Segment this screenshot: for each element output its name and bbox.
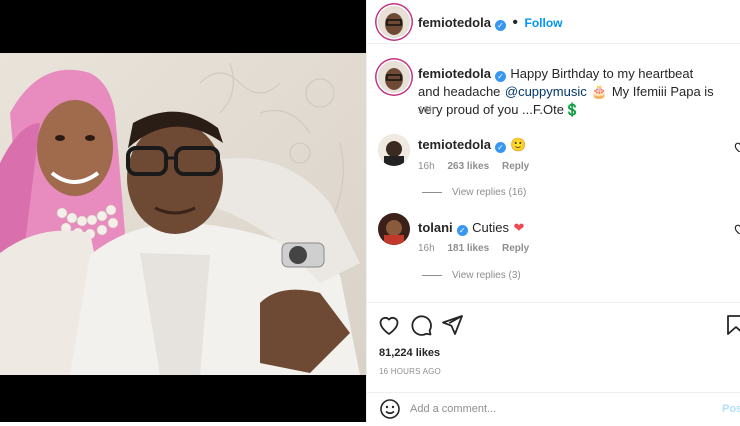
cake-emoji-icon: 🎂	[591, 84, 608, 99]
comment-age: 16h	[418, 161, 435, 172]
comment-input[interactable]: Add a comment...	[410, 403, 496, 415]
comment-text: 🙂	[510, 137, 527, 152]
comment-likes[interactable]: 181 likes	[447, 243, 489, 254]
dollar-emoji-icon: 💲	[563, 102, 581, 117]
reply-button[interactable]: Reply	[502, 161, 529, 172]
post-timestamp[interactable]: 16 HOURS AGO	[379, 367, 441, 376]
caption-username[interactable]: femiotedola	[418, 66, 491, 81]
caption-avatar[interactable]	[378, 61, 410, 93]
view-replies-label: View replies (16)	[452, 187, 527, 198]
comment-meta: 16h 263 likes Reply	[418, 161, 529, 172]
post-side-panel: femiotedola ✓ • Follow femiotedola ✓ Happy…	[367, 0, 740, 422]
view-replies-label: View replies (3)	[452, 270, 521, 281]
comment: temiotedola ✓ 🙂	[418, 136, 527, 154]
add-comment-bar: Add a comment... Post	[367, 392, 740, 424]
post-header: femiotedola ✓ • Follow	[367, 0, 740, 44]
caption-age: 16h	[418, 105, 435, 116]
paper-plane-icon[interactable]	[440, 313, 464, 337]
smiley-icon[interactable]	[378, 397, 402, 421]
comment-text: Cuties	[472, 220, 509, 235]
comment-age: 16h	[418, 243, 435, 254]
commenter-avatar[interactable]	[378, 134, 410, 166]
comment-like-heart-icon[interactable]	[732, 222, 740, 234]
comment-likes[interactable]: 263 likes	[447, 161, 489, 172]
heart-icon[interactable]	[377, 313, 401, 337]
comment-username[interactable]: tolani	[418, 220, 453, 235]
comment-like-heart-icon[interactable]	[732, 140, 740, 152]
post-comment-button[interactable]: Post	[722, 403, 740, 415]
bookmark-icon[interactable]	[724, 313, 740, 337]
caption: femiotedola ✓ Happy Birthday to my heartb…	[418, 65, 718, 119]
likes-count[interactable]: 81,224 likes	[379, 347, 440, 359]
view-replies-button[interactable]: View replies (16)	[422, 187, 526, 198]
header-separator: •	[512, 14, 519, 31]
follow-button[interactable]: Follow	[524, 16, 562, 30]
comment-username[interactable]: temiotedola	[418, 137, 491, 152]
verified-badge-icon: ✓	[494, 71, 506, 82]
verified-badge-icon: ✓	[456, 225, 468, 236]
verified-badge-icon: ✓	[494, 142, 506, 153]
replies-line	[422, 274, 442, 276]
view-replies-button[interactable]: View replies (3)	[422, 270, 521, 281]
comment: tolani ✓ Cuties ❤	[418, 219, 524, 237]
photo-pane	[0, 0, 366, 422]
author-username[interactable]: femiotedola	[418, 15, 491, 30]
comment-bubble-icon[interactable]	[409, 313, 433, 337]
caption-mention-link[interactable]: @cuppymusic	[505, 84, 587, 99]
author-avatar[interactable]	[378, 6, 410, 38]
reply-button[interactable]: Reply	[502, 243, 529, 254]
comment-meta: 16h 181 likes Reply	[418, 243, 529, 254]
action-bar: 81,224 likes 16 HOURS AGO Add a comment.…	[367, 302, 740, 423]
post-photo[interactable]	[0, 53, 366, 375]
commenter-avatar[interactable]	[378, 213, 410, 245]
replies-line	[422, 191, 442, 193]
verified-badge-icon: ✓	[494, 20, 506, 31]
red-heart-emoji-icon: ❤	[513, 220, 525, 235]
